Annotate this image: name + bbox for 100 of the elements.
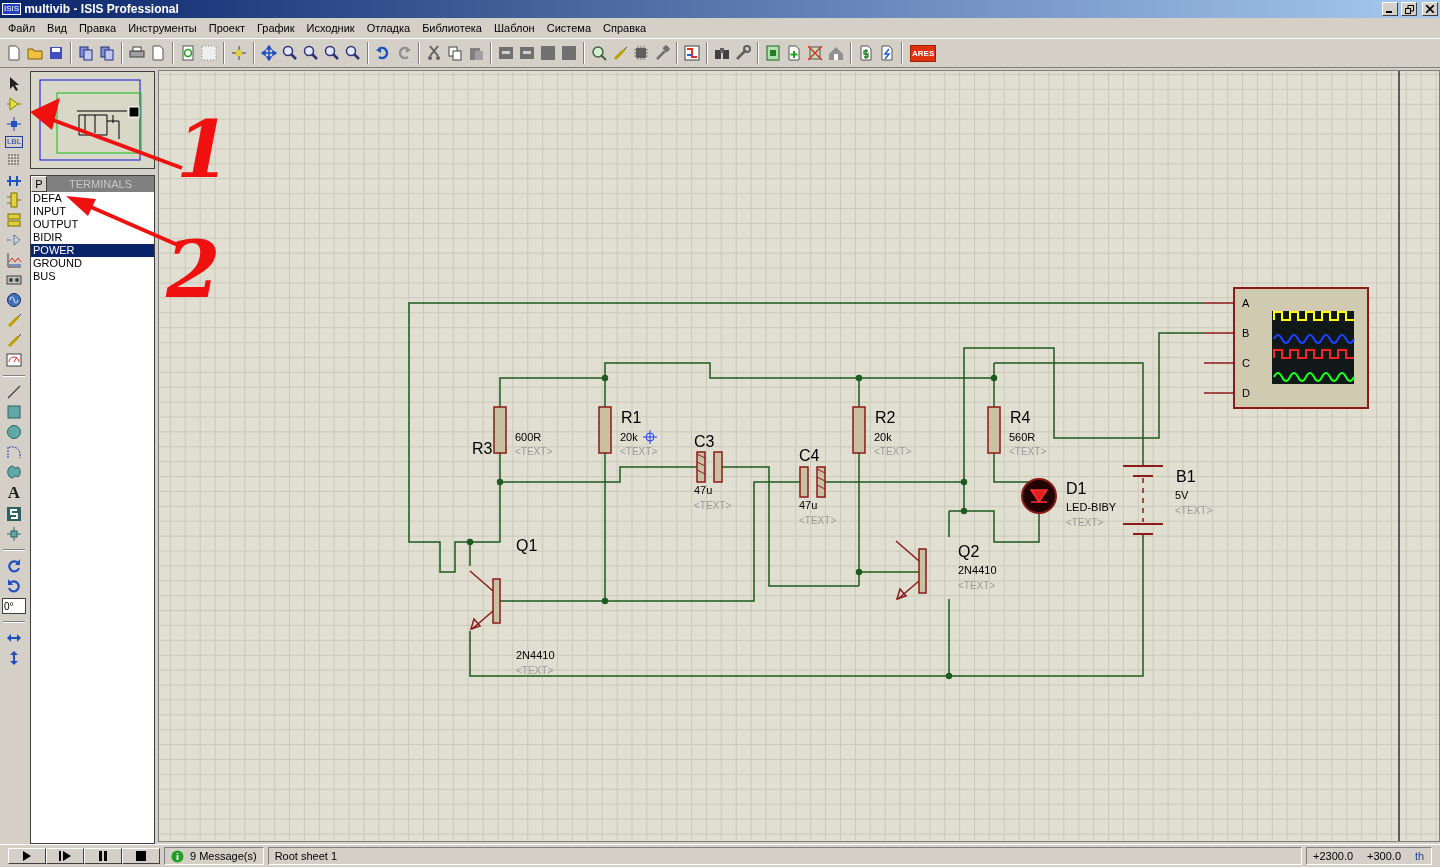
terminal-list-item[interactable]: OUTPUT (31, 218, 154, 231)
terminal-list-item[interactable]: GROUND (31, 257, 154, 270)
menu-item[interactable]: Вид (41, 22, 73, 34)
generator-icon[interactable] (6, 292, 22, 308)
close-button[interactable] (1422, 2, 1438, 16)
print-icon[interactable] (129, 45, 145, 61)
play-icon (23, 851, 31, 861)
minimize-button[interactable] (1382, 2, 1398, 16)
step-button[interactable] (46, 848, 84, 864)
menu-item[interactable]: Справка (597, 22, 653, 34)
ares-logo[interactable]: ARES (910, 44, 937, 62)
new-file-icon[interactable] (6, 45, 22, 61)
line-icon[interactable] (6, 384, 22, 400)
menu-item[interactable]: Исходник (300, 22, 361, 34)
overview-panel[interactable] (30, 71, 155, 169)
paste-icon[interactable] (468, 45, 484, 61)
component-text: <TEXT> (515, 446, 553, 457)
chip-icon[interactable] (633, 45, 649, 61)
menu-item[interactable]: Файл (2, 22, 42, 34)
dollar-doc-icon[interactable] (858, 45, 874, 61)
add-sheet-icon[interactable] (786, 45, 802, 61)
undo-icon[interactable] (375, 45, 391, 61)
component-name: C4 (799, 447, 820, 464)
wrench-icon[interactable] (735, 45, 751, 61)
menu-item[interactable]: Шаблон (487, 22, 541, 34)
restore-button[interactable] (1401, 2, 1417, 16)
page-icon[interactable] (150, 45, 166, 61)
instrument-icon[interactable] (6, 352, 22, 368)
transistor-symbol (469, 570, 501, 631)
pick-button[interactable]: P (31, 176, 47, 192)
refresh-icon[interactable] (180, 45, 196, 61)
pause-button[interactable] (84, 848, 122, 864)
component-text: <TEXT> (620, 446, 658, 457)
play-button[interactable] (8, 848, 46, 864)
junction-dot (960, 478, 968, 486)
rotate-clockwise-icon[interactable] (6, 558, 22, 574)
junction-dot (990, 374, 998, 382)
terminal-list-item[interactable]: DEFA (31, 192, 154, 205)
menu-item[interactable]: График (250, 22, 301, 34)
capacitor-symbol (799, 466, 826, 498)
menu-item[interactable]: Инструменты (122, 22, 203, 34)
pick-device-icon[interactable] (591, 45, 607, 61)
zoom-all-icon[interactable] (324, 45, 340, 61)
junction-dot (466, 538, 474, 546)
led-symbol (1021, 478, 1057, 514)
label-tool[interactable]: LBL (4, 136, 24, 148)
path-icon[interactable] (6, 464, 22, 480)
junction-dot (960, 507, 968, 515)
terminal-list-item[interactable]: INPUT (31, 205, 154, 218)
bolt-doc-icon[interactable] (879, 45, 895, 61)
binoculars-icon[interactable] (714, 45, 730, 61)
zoom-area-icon[interactable] (345, 45, 361, 61)
marker-icon[interactable] (6, 526, 22, 542)
menu-item[interactable]: Правка (72, 22, 123, 34)
tape-icon[interactable] (6, 272, 22, 288)
component-text: <TEXT> (958, 580, 996, 591)
battery-symbol (1122, 465, 1164, 535)
save-icon[interactable] (48, 45, 64, 61)
sheet-icon[interactable] (765, 45, 781, 61)
text-tool[interactable]: A (7, 484, 21, 502)
subcircuit-icon[interactable] (6, 192, 22, 208)
resistor-symbol (598, 406, 612, 454)
stop-button[interactable] (122, 848, 160, 864)
sheet-name: Root sheet 1 (274, 850, 337, 862)
open-folder-icon[interactable] (27, 45, 43, 61)
terminal-list-item[interactable]: BUS (31, 270, 154, 283)
info-icon[interactable] (171, 849, 184, 863)
netlist-icon[interactable] (684, 45, 700, 61)
hammer-icon[interactable] (654, 45, 670, 61)
menu-item[interactable]: Система (540, 22, 597, 34)
cut-icon[interactable] (426, 45, 442, 61)
junction-icon[interactable] (6, 116, 22, 132)
origin-icon[interactable] (231, 45, 247, 61)
menu-item[interactable]: Отладка (360, 22, 417, 34)
zoom-in-icon[interactable] (282, 45, 298, 61)
component-text: <TEXT> (874, 446, 912, 457)
rotate-anticlockwise-icon[interactable] (6, 578, 22, 594)
menu-item[interactable]: Проект (202, 22, 251, 34)
house-icon[interactable] (828, 45, 844, 61)
copy-icon[interactable] (447, 45, 463, 61)
pin-line (1203, 302, 1235, 304)
graph-icon[interactable] (6, 252, 22, 268)
delete-sheet-icon[interactable] (807, 45, 823, 61)
arc-icon[interactable] (6, 444, 22, 460)
terminal-list-item[interactable]: POWER (31, 244, 154, 257)
import-icon[interactable] (78, 45, 94, 61)
channel-label: B (1242, 327, 1250, 339)
component-value: 47u (799, 499, 818, 511)
component-name: Q2 (958, 543, 980, 560)
circle-icon[interactable] (6, 424, 22, 440)
symbol-icon[interactable] (6, 506, 22, 522)
terminal-list-item[interactable]: BIDIR (31, 231, 154, 244)
app-logo: ISIS (2, 3, 22, 15)
pan-icon[interactable] (261, 45, 277, 61)
zoom-out-icon[interactable] (303, 45, 319, 61)
export-icon[interactable] (99, 45, 115, 61)
angle-field[interactable]: 0° (2, 598, 26, 614)
terminal-icon[interactable] (6, 212, 22, 228)
menu-item[interactable]: Библиотека (416, 22, 488, 34)
window-title: multivib - ISIS Professional (24, 2, 180, 16)
